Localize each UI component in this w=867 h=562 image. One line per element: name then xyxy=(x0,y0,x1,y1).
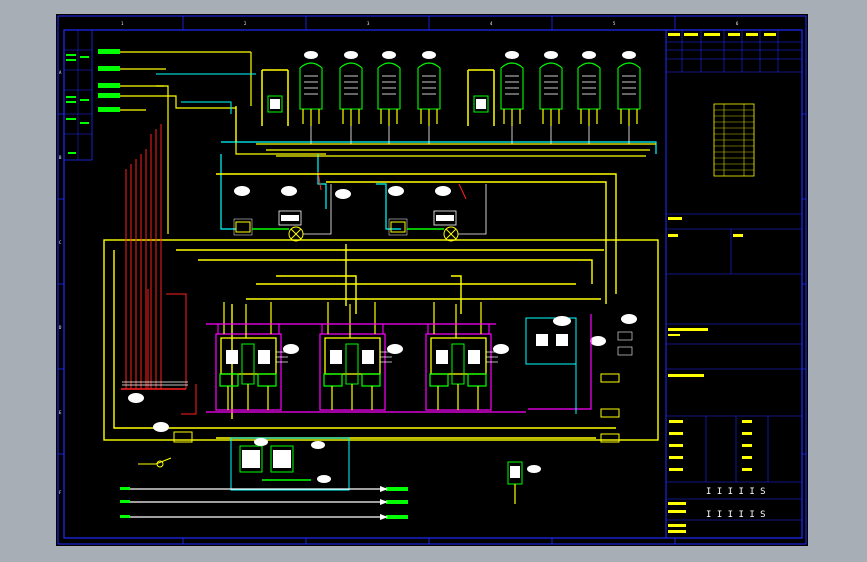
storage-tank xyxy=(377,51,401,144)
drawing-sheet: 1 2 3 4 5 6 A B C D E F I I I I I S I I … xyxy=(56,14,808,546)
boiler-row xyxy=(206,302,526,413)
sign-row-label xyxy=(669,456,683,459)
zone-4: 4 xyxy=(490,21,493,26)
boiler-unit xyxy=(425,302,509,411)
boiler-unit xyxy=(319,302,403,411)
red-feed-bundle xyxy=(121,124,197,415)
zone-1: 1 xyxy=(121,21,124,26)
side-separator-unit xyxy=(525,314,637,443)
side-c: C xyxy=(59,240,62,245)
title-block-footer-2: I I I I I S xyxy=(706,510,766,520)
side-b: B xyxy=(59,155,62,160)
dosing-vessel xyxy=(261,69,289,126)
cad-viewport: 1 2 3 4 5 6 A B C D E F I I I I I S I I … xyxy=(57,15,807,545)
bottom-outlet-lines xyxy=(120,486,408,520)
sign-row-value xyxy=(742,456,752,459)
storage-tank xyxy=(299,51,323,144)
sign-row-label xyxy=(669,420,683,423)
parts-table xyxy=(713,103,755,177)
side-f: F xyxy=(59,490,62,495)
white-distribution-bars xyxy=(122,381,188,386)
storage-tank xyxy=(500,51,524,144)
zone-2: 2 xyxy=(244,21,247,26)
storage-tank xyxy=(539,51,563,144)
gauge-bubbles-mid xyxy=(234,186,451,199)
left-legend xyxy=(63,29,93,161)
zone-6: 6 xyxy=(736,21,739,26)
title-block-footer: I I I I I S xyxy=(706,487,766,497)
lower-left-pump xyxy=(128,393,193,468)
storage-tank xyxy=(617,51,641,144)
zone-5: 5 xyxy=(613,21,616,26)
sign-row-value xyxy=(742,432,752,435)
main-yellow-loops xyxy=(103,173,659,441)
dosing-vessel xyxy=(467,69,495,126)
title-block: I I I I I S I I I I I S xyxy=(665,29,803,539)
top-tank-row xyxy=(261,51,641,144)
lower-right-vessel xyxy=(507,461,541,504)
lower-cyan-unit xyxy=(230,437,350,491)
storage-tank xyxy=(339,51,363,144)
storage-tank xyxy=(577,51,601,144)
boiler-unit xyxy=(215,302,299,411)
sign-row-label xyxy=(669,432,683,435)
side-d: D xyxy=(59,325,62,330)
sign-row-value xyxy=(742,468,752,471)
top-yellow-buses xyxy=(235,106,656,157)
sign-row-label xyxy=(669,444,683,447)
side-a: A xyxy=(59,70,62,75)
zone-3: 3 xyxy=(367,21,370,26)
outer-frame xyxy=(57,15,807,545)
sign-row-value xyxy=(742,420,752,423)
side-e: E xyxy=(59,410,62,415)
storage-tank xyxy=(417,51,441,144)
sign-row-value xyxy=(742,444,752,447)
sign-row-label xyxy=(669,468,683,471)
zone-markers xyxy=(58,16,806,544)
